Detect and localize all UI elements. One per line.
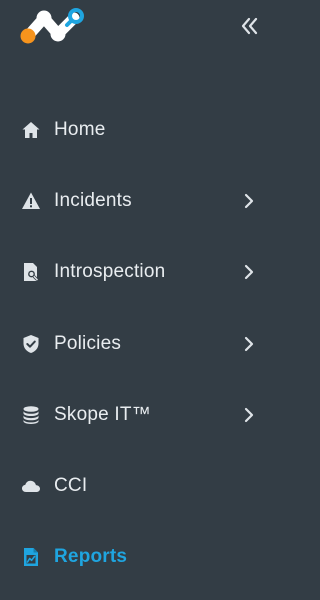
sidebar-item-label: Incidents (54, 189, 132, 211)
sidebar-item-label: Skope IT™ (54, 403, 151, 425)
warning-icon (20, 190, 42, 212)
sidebar-item-label: Reports (54, 546, 128, 568)
report-chart-icon (20, 546, 42, 568)
sidebar-item-policies[interactable]: Policies (0, 308, 272, 379)
chevron-right-icon (242, 192, 256, 210)
shield-check-icon (20, 333, 42, 355)
sidebar-nav: Home Incidents Introspection Policies Sk… (0, 94, 272, 593)
home-icon (20, 119, 42, 141)
sidebar-item-label: Policies (54, 332, 122, 354)
chevron-right-icon (242, 406, 256, 424)
sidebar-item-cci[interactable]: CCI (0, 450, 272, 521)
sidebar-item-label: Introspection (54, 261, 166, 283)
sidebar-item-reports[interactable]: Reports (0, 522, 272, 593)
cloud-icon (20, 475, 42, 497)
netskope-logo-icon[interactable] (18, 6, 90, 46)
sidebar: Home Incidents Introspection Policies Sk… (0, 0, 272, 600)
chevron-right-icon (242, 263, 256, 281)
database-icon (20, 404, 42, 426)
double-chevron-left-icon[interactable] (238, 14, 262, 38)
document-search-icon (20, 261, 42, 283)
sidebar-item-skope-it[interactable]: Skope IT™ (0, 379, 272, 450)
sidebar-item-home[interactable]: Home (0, 94, 272, 165)
sidebar-item-label: CCI (54, 475, 88, 497)
sidebar-item-label: Home (54, 118, 106, 140)
sidebar-item-incidents[interactable]: Incidents (0, 165, 272, 236)
chevron-right-icon (242, 335, 256, 353)
sidebar-item-introspection[interactable]: Introspection (0, 237, 272, 308)
